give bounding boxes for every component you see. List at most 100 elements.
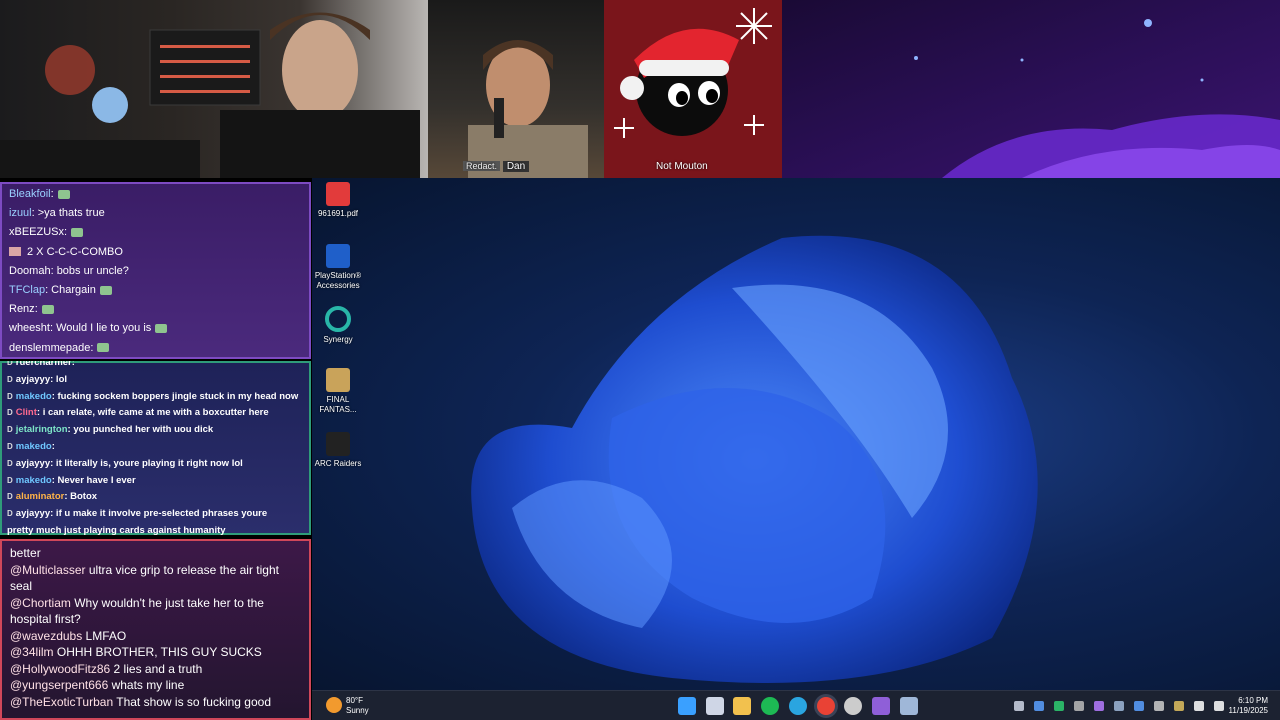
tray-app-icon-1[interactable] [1054,701,1064,711]
streamer-webcam-scene [0,12,420,178]
chat-username[interactable]: makedo [16,391,52,402]
chat-text: : bobs ur uncle? [50,264,129,277]
chat-username[interactable]: Doomah [9,265,51,277]
badge-icon: D [7,361,13,367]
chrome-icon[interactable] [816,697,835,715]
chat-text: : you punched her with uou dick [67,424,214,436]
chevron-up-icon[interactable] [1014,701,1024,711]
chat-username[interactable]: xBEEZUSx [9,226,64,238]
chat-username[interactable]: ayjayyy [16,458,50,469]
chat-message: Dmakedo: Never have I ever [0,473,311,490]
guest-webcam-dan: Redact. Dan [428,0,604,178]
desktop-shortcut[interactable]: Synergy [312,306,366,345]
chat-message: @TheExoticTurban That show is so fucking… [0,694,311,711]
chat-username[interactable]: TFClap [9,284,45,296]
chat-message: @Multiclasser ultra vice grip to release… [0,562,311,595]
chat-username[interactable]: Bleakfoil [9,188,51,200]
chat-text: : [90,341,94,354]
chat-panel-mentions[interactable]: better @Multiclasser ultra vice grip to r… [0,539,311,720]
chat-message: Djetalrington: you punched her with uou … [0,422,311,439]
chat-mention[interactable]: @Multiclasser [10,563,86,577]
chat-username[interactable]: Renz [9,303,35,315]
chat-username[interactable]: makedo [16,475,52,486]
badge-icon: D [7,492,13,502]
desktop-shortcut[interactable]: PlayStation® Accessories [312,244,366,291]
chat-text: : [71,361,75,368]
chat-username[interactable]: makedo [16,441,52,452]
chat-message: Dayjayyy: it literally is, youre playing… [0,456,311,473]
obs-icon[interactable] [844,697,863,715]
chat-message: Bleakfoil: [0,185,311,204]
chat-text: : [64,226,68,239]
badge-icon: D [7,374,13,384]
chat-text: : i can relate, wife came at me with a b… [36,407,269,419]
chat-message: Dmakedo: fucking sockem boppers jingle s… [0,389,311,406]
chat-username[interactable]: Clint [16,407,37,418]
tray-app-icon-3[interactable] [1094,701,1104,711]
steam-tray-icon[interactable] [1114,701,1124,711]
desktop-shortcut[interactable]: ARC Raiders [312,432,366,469]
app-purple-icon[interactable] [871,697,890,715]
chat-message: 2 X C-C-C-COMBO [0,243,311,262]
badge-icon: D [7,458,13,468]
spotify-icon[interactable] [761,697,780,715]
clock-time: 6:10 PM [1238,696,1268,705]
emote-icon [9,247,21,257]
weather-desc: Sunny [346,706,369,715]
chat-text: 2 lies and a truth [110,661,203,676]
task-view-icon[interactable] [705,697,724,715]
chat-message: Doomah: bobs ur uncle? [0,262,311,281]
chat-mention[interactable]: @TheExoticTurban [10,695,113,709]
chat-username[interactable]: izuul [9,207,32,219]
chat-message-list: better @Multiclasser ultra vice grip to r… [0,539,311,710]
chat-username[interactable]: aluminator [16,491,65,502]
chat-mention[interactable]: @yungserpent666 [10,678,108,692]
taskbar[interactable]: 80°F Sunny 6:10 PM 11/19/2025 [312,690,1280,720]
chat-message: @yungserpent666 whats my line [0,677,311,694]
chat-panel-secondary[interactable]: Drüercharmer: Dayjayyy: lol Dmakedo: fucki… [0,361,311,535]
chat-username[interactable]: ayjayyy [16,508,50,519]
chat-mention[interactable]: @34lilm [10,645,54,659]
tray-app-icon-5[interactable] [1154,701,1164,711]
clock[interactable]: 6:10 PM 11/19/2025 [1229,696,1268,716]
file-explorer-icon[interactable] [733,697,752,715]
weather-temp: 80°F [346,696,363,705]
weather-widget[interactable]: 80°F Sunny [346,696,369,716]
tray-app-icon-6[interactable] [1174,701,1184,711]
chat-text: : lol [50,373,68,385]
tray-app-icon-4[interactable] [1134,701,1144,711]
chat-message-list: Bleakfoil: izuul: >ya thats true xBEEZUSx:… [0,182,311,358]
chat-username[interactable]: denslemmepade [9,342,90,354]
network-icon[interactable] [1194,701,1204,711]
chat-mention[interactable]: @wavezdubs [10,629,82,643]
desktop-shortcut-label: ARC Raiders [314,459,362,468]
chat-username[interactable]: wheesht [9,322,50,334]
chat-mention[interactable]: @HollywoodFitz86 [10,662,110,676]
space-background-panel [782,0,1280,178]
chat-mention[interactable]: @Chortiam [10,596,71,610]
windows-start-icon[interactable] [678,697,696,715]
chat-panel-primary[interactable]: Bleakfoil: izuul: >ya thats true xBEEZUSx:… [0,182,311,359]
synergy-icon [325,306,351,332]
bluetooth-icon[interactable] [1034,701,1044,711]
desktop-shortcut[interactable]: FINAL FANTAS... [312,368,366,415]
chat-username[interactable]: rüercharmer [16,361,72,368]
clock-date: 11/19/2025 [1228,706,1268,715]
edge-icon[interactable] [788,697,807,715]
desktop-shortcut[interactable]: 961691.pdf [312,182,366,219]
volume-icon[interactable] [1214,701,1224,711]
space-scene [914,19,1280,178]
chat-username[interactable]: ayjayyy [16,374,50,385]
tray-app-icon-2[interactable] [1074,701,1084,711]
steam-icon[interactable] [899,697,918,715]
chat-text: : Would I lie to you is [49,322,152,335]
windows-desktop[interactable]: 961691.pdf PlayStation® Accessories Synerg… [312,178,1280,690]
streamer-webcam [0,0,428,178]
emote-icon [155,324,168,334]
badge-icon: D [7,475,13,485]
mascot-label: Not Mouton [656,161,708,172]
chat-text: : >ya thats true [31,207,105,220]
pdf-file-icon [326,182,350,206]
chat-username[interactable]: jetalrington [16,424,68,435]
guest-webcam-scene [468,40,588,178]
